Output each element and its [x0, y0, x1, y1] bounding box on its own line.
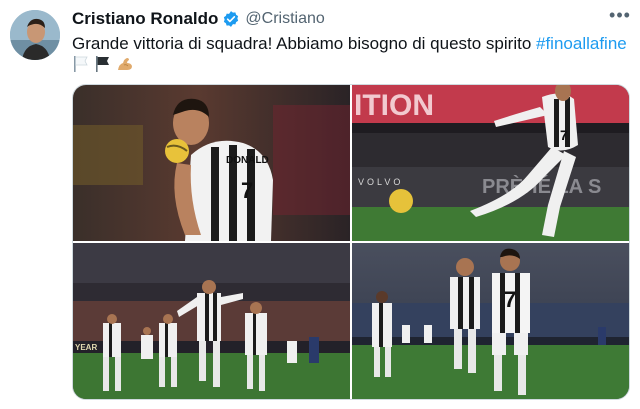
- svg-text:7: 7: [241, 178, 253, 203]
- ad-text-board: YEAR: [75, 343, 97, 352]
- user-handle[interactable]: @Cristiano: [245, 10, 324, 28]
- tweet-card[interactable]: Cristiano Ronaldo @Cristiano ••• Grande …: [0, 0, 640, 409]
- ad-text-mid: VOLVO: [358, 177, 403, 187]
- avatar[interactable]: [10, 10, 60, 60]
- media-grid[interactable]: DONALD 7 ITION VOLVO PRÈHÉ LA S 7 YEAR 7: [72, 84, 630, 400]
- photo-ronaldo-kissing-ball[interactable]: DONALD 7: [73, 85, 350, 241]
- photo-image: 7: [352, 243, 629, 399]
- svg-text:DONALD: DONALD: [226, 155, 269, 166]
- photo-free-kick[interactable]: ITION VOLVO PRÈHÉ LA S 7: [352, 85, 629, 241]
- flexed-biceps-icon: [118, 58, 132, 70]
- photo-players-walking[interactable]: 7: [352, 243, 629, 399]
- ad-text-top: ITION: [354, 89, 434, 122]
- avatar-image: [10, 10, 60, 60]
- photo-image: DONALD 7: [73, 85, 350, 241]
- white-flag-icon: [74, 56, 88, 72]
- photo-image: ITION VOLVO PRÈHÉ LA S 7: [352, 85, 629, 241]
- tweet-text-body: Grande vittoria di squadra! Abbiamo biso…: [72, 34, 536, 53]
- photo-team-celebration[interactable]: YEAR: [73, 243, 350, 399]
- emoji-row: [72, 54, 134, 74]
- more-options-icon[interactable]: •••: [609, 6, 631, 26]
- svg-text:7: 7: [504, 287, 516, 312]
- hashtag-link[interactable]: #finoallafine: [536, 34, 627, 53]
- tweet-text: Grande vittoria di squadra! Abbiamo biso…: [72, 33, 634, 55]
- tweet-header: Cristiano Ronaldo @Cristiano: [72, 8, 325, 30]
- svg-text:7: 7: [560, 127, 568, 143]
- verified-badge-icon: [224, 11, 239, 27]
- black-flag-icon: [96, 56, 109, 72]
- photo-image: YEAR: [73, 243, 350, 399]
- display-name[interactable]: Cristiano Ronaldo: [72, 9, 218, 29]
